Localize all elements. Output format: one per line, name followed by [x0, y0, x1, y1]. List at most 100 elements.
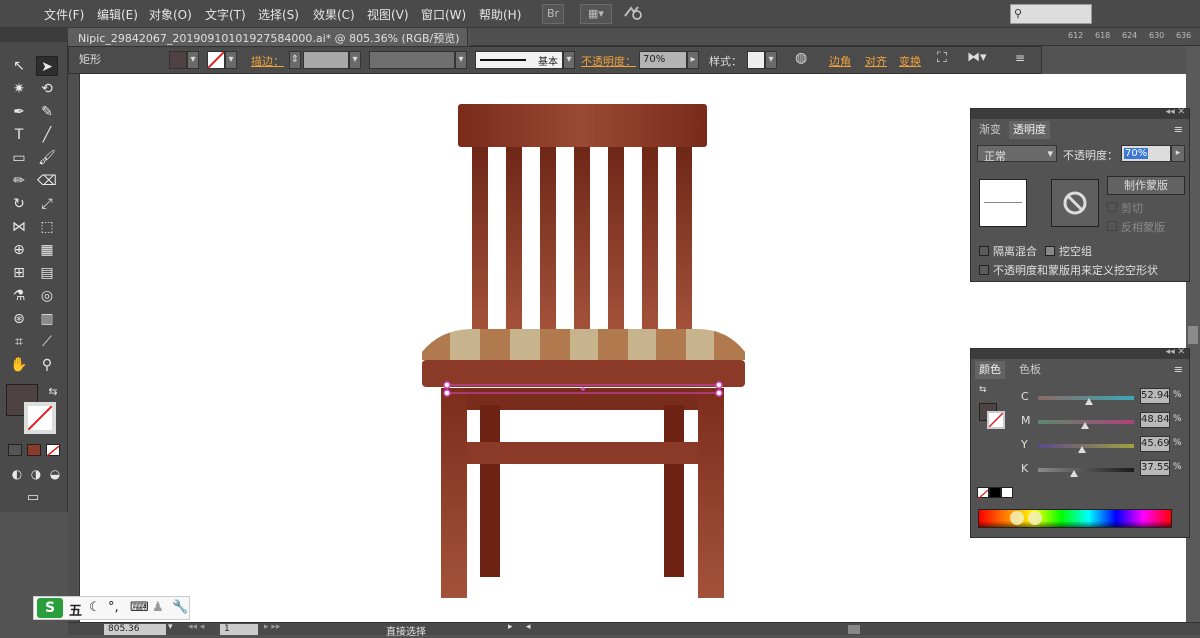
artboard-number-input[interactable]: 1 — [220, 624, 258, 635]
menu-effect[interactable]: 效果(C) — [313, 6, 355, 23]
chevron-right-icon[interactable]: ▸ — [1171, 145, 1185, 162]
opacity-input[interactable]: 70% — [1121, 145, 1171, 162]
ime-toolbar[interactable]: S 五 ☾ °, ⌨ ♟ 🔧 — [33, 596, 190, 620]
symbol-sprayer-tool-icon[interactable]: ⊛ — [8, 309, 30, 329]
collapse-icon[interactable]: ◂◂ ✕ — [1166, 107, 1185, 117]
panel-menu-icon[interactable]: ≡ — [1174, 363, 1183, 376]
panel-menu-icon[interactable]: ≡ — [1174, 123, 1183, 136]
perspective-grid-tool-icon[interactable]: ▦ — [36, 240, 58, 260]
next-artboard-icon[interactable]: ▸ ▸▸ — [264, 622, 280, 632]
arrange-documents-button[interactable]: ▦▾ — [580, 4, 612, 24]
brush-definition-select[interactable]: 基本 — [475, 51, 563, 69]
pen-tool-icon[interactable]: ✒ — [8, 102, 30, 122]
width-tool-icon[interactable]: ⋈ — [8, 217, 30, 237]
none-mode-button[interactable] — [46, 444, 60, 457]
black-swatch[interactable] — [989, 487, 1001, 498]
free-transform-tool-icon[interactable]: ⬚ — [36, 217, 58, 237]
stroke-weight-stepper[interactable]: ⇕ — [289, 51, 301, 69]
stroke-label[interactable]: 描边： — [251, 53, 284, 69]
opacity-input[interactable]: 70% — [639, 51, 687, 69]
eyedropper-tool-icon[interactable]: ⚗ — [8, 286, 30, 306]
gpu-performance-icon[interactable] — [620, 4, 646, 24]
recolor-artwork-icon[interactable]: ◍ — [795, 50, 807, 66]
selection-tool-icon[interactable]: ↖ — [8, 56, 30, 76]
make-mask-button[interactable]: 制作蒙版 — [1107, 176, 1185, 195]
magenta-value[interactable]: 48.84 — [1140, 412, 1170, 428]
tab-swatches[interactable]: 色板 — [1015, 361, 1045, 379]
tab-transparency[interactable]: 透明度 — [1009, 121, 1050, 139]
wrench-icon[interactable]: 🔧 — [172, 600, 188, 615]
scrollbar-thumb[interactable] — [1188, 326, 1198, 344]
magic-wand-tool-icon[interactable]: ✷ — [8, 79, 30, 99]
isolate-object-icon[interactable]: ⛶ — [937, 50, 947, 66]
menu-view[interactable]: 视图(V) — [367, 6, 409, 23]
yellow-value[interactable]: 45.69 — [1140, 436, 1170, 452]
tab-color[interactable]: 颜色 — [975, 361, 1005, 379]
punctuation-icon[interactable]: °, — [108, 600, 119, 615]
menu-help[interactable]: 帮助(H) — [479, 6, 521, 23]
blend-tool-icon[interactable]: ◎ — [36, 286, 58, 306]
menu-file[interactable]: 文件(F) — [44, 6, 84, 23]
menu-edit[interactable]: 编辑(E) — [97, 6, 138, 23]
menu-type[interactable]: 文字(T) — [205, 6, 246, 23]
chevron-down-icon[interactable]: ▾ — [765, 51, 777, 69]
cyan-value[interactable]: 52.94 — [1140, 388, 1170, 404]
mesh-tool-icon[interactable]: ⊞ — [8, 263, 30, 283]
stroke-swatch[interactable] — [207, 51, 225, 69]
select-similar-icon[interactable]: ⧓▾ — [967, 50, 987, 65]
yellow-slider[interactable] — [1038, 444, 1134, 453]
isolate-blending-checkbox[interactable] — [979, 246, 989, 256]
color-mode-button[interactable] — [8, 444, 22, 456]
pencil-tool-icon[interactable]: ✏ — [8, 171, 30, 191]
shape-builder-tool-icon[interactable]: ⊕ — [8, 240, 30, 260]
black-value[interactable]: 37.55 — [1140, 460, 1170, 476]
clip-checkbox[interactable] — [1107, 202, 1117, 212]
invert-mask-checkbox[interactable] — [1107, 221, 1117, 231]
curvature-tool-icon[interactable]: ✎ — [36, 102, 58, 122]
eraser-tool-icon[interactable]: ⌫ — [36, 171, 58, 191]
swap-fill-stroke-icon[interactable]: ⇆ — [42, 382, 64, 402]
opacity-label[interactable]: 不透明度： — [581, 53, 636, 69]
screen-mode-icon[interactable]: ▭ — [22, 488, 44, 508]
document-tab[interactable]: Nipic_29842067_20190910101927584000.ai* … — [68, 28, 468, 46]
zoom-input[interactable]: 805.36 — [104, 624, 166, 635]
chevron-right-icon[interactable]: ▸ — [687, 51, 699, 69]
search-input[interactable]: ⚲ — [1010, 4, 1092, 24]
tab-gradient[interactable]: 渐变 — [975, 121, 1005, 139]
chevron-right-icon[interactable]: ▸ — [508, 622, 513, 632]
direct-selection-tool-icon[interactable]: ➤ — [36, 56, 58, 76]
input-mode-label[interactable]: 五 — [69, 600, 82, 619]
color-spectrum[interactable] — [978, 509, 1172, 528]
horizontal-scrollbar-thumb[interactable] — [848, 625, 860, 634]
paintbrush-tool-icon[interactable]: 🖌 — [36, 148, 58, 168]
chevron-down-icon[interactable]: ▾ — [225, 51, 237, 69]
magenta-slider[interactable] — [1038, 420, 1134, 429]
chevron-down-icon[interactable]: ▾ — [349, 51, 361, 69]
object-thumbnail[interactable] — [979, 179, 1027, 227]
menu-select[interactable]: 选择(S) — [258, 6, 299, 23]
user-icon[interactable]: ♟ — [152, 600, 164, 615]
stroke-color-box[interactable] — [24, 402, 56, 434]
corner-button[interactable]: 边角 — [829, 53, 851, 69]
gradient-mode-button[interactable] — [27, 444, 41, 456]
chevron-down-icon[interactable]: ▾ — [563, 51, 575, 69]
blend-mode-select[interactable]: 正常 ▾ — [977, 145, 1057, 163]
opacity-mask-knockout-checkbox[interactable] — [979, 265, 989, 275]
scale-tool-icon[interactable]: ⤢ — [36, 194, 58, 214]
transform-button[interactable]: 变换 — [899, 53, 921, 69]
draw-inside-icon[interactable]: ◒ — [44, 464, 66, 484]
knockout-group-checkbox[interactable] — [1045, 246, 1055, 256]
swap-colors-icon[interactable]: ⇆ — [979, 385, 987, 395]
gradient-tool-icon[interactable]: ▤ — [36, 263, 58, 283]
white-swatch[interactable] — [1001, 487, 1013, 498]
black-slider[interactable] — [1038, 468, 1134, 477]
moon-icon[interactable]: ☾ — [89, 600, 101, 615]
hand-tool-icon[interactable]: ✋ — [8, 355, 30, 375]
artboard-tool-icon[interactable]: ⌗ — [8, 332, 30, 352]
chevron-down-icon[interactable]: ▾ — [455, 51, 467, 69]
rectangle-tool-icon[interactable]: ▭ — [8, 148, 30, 168]
slice-tool-icon[interactable]: ⟋ — [36, 332, 58, 352]
menu-window[interactable]: 窗口(W) — [421, 6, 466, 23]
fill-swatch[interactable] — [169, 51, 187, 69]
variable-width-profile[interactable] — [369, 51, 455, 69]
